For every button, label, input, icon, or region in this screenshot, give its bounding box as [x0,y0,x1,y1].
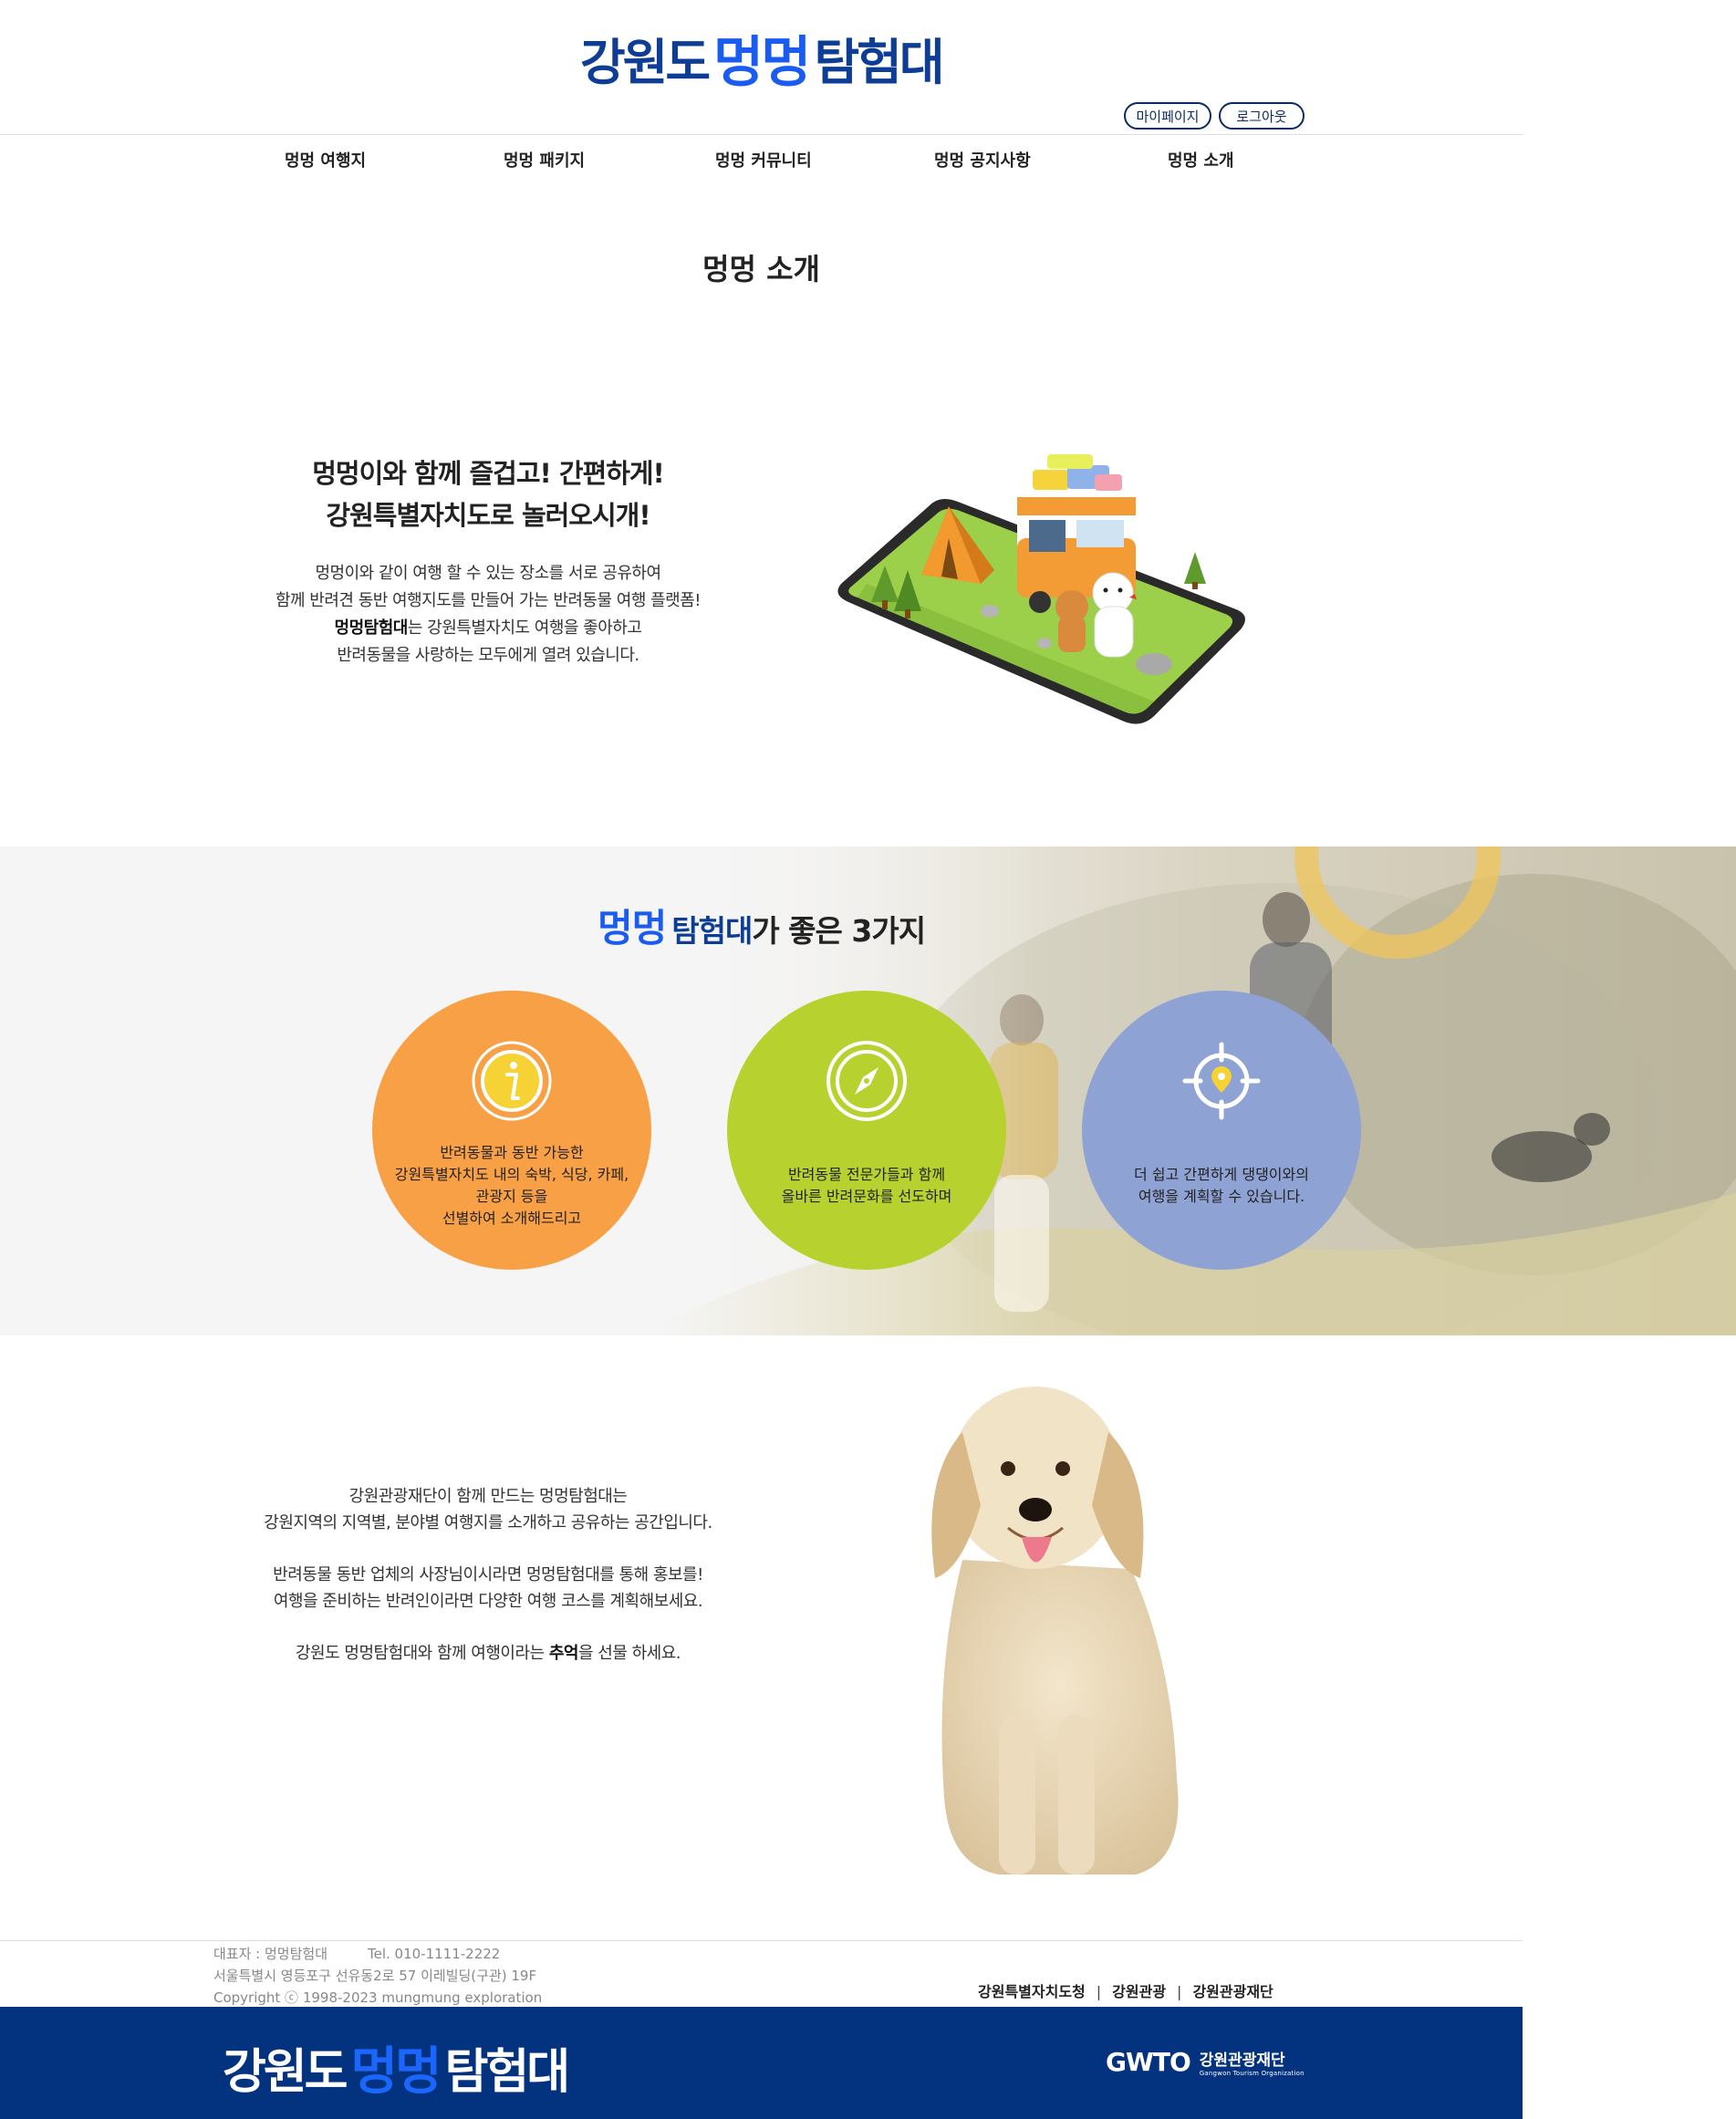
logo-text-tamheomdae: 탐험대 [814,33,944,91]
about-p2-line1: 반려동물 동반 업체의 사장님이시라면 멍멍탐험대를 통해 홍보를! [273,1565,703,1584]
footer-divider [0,1940,1523,1941]
gwto-mark: GWTO [1106,2047,1191,2077]
reason-compass-line2: 올바른 반려문화를 선도하며 [781,1188,952,1205]
three-reasons-title: 멍멍 탐험대가 좋은 3가지 [0,898,1523,953]
info-icon [472,1041,552,1121]
site-logo[interactable]: 강원도 멍멍 탐험대 [580,26,945,95]
intro-body: 멍멍이와 같이 여행 할 수 있는 장소를 서로 공유하여 함께 반려견 동반 … [228,560,748,670]
intro-body-line2: 함께 반려견 동반 여행지도를 만들어 가는 반려동물 여행 플랫폼! [275,591,702,610]
nav-item-packages[interactable]: 멍멍 패키지 [504,148,585,171]
three-reasons-section: 멍멍 탐험대가 좋은 3가지 반려동물과 동반 가능한 강원특별자치도 내의 숙박… [0,847,1736,1335]
reason-location-text: 더 쉽고 간편하게 댕댕이와의 여행을 계획할 수 있습니다. [1100,1164,1343,1208]
about-p3-bold: 추억 [548,1644,579,1663]
footer-info: 대표자 : 멍멍탐험대 Tel. 010-1111-2222 서울특별시 영등포구… [213,1943,542,2009]
page-title: 멍멍 소개 [702,252,820,286]
intro-body-line3-rest: 는 강원특별자치도 여행을 좋아하고 [407,618,642,638]
about-p1-line2: 강원지역의 지역별, 분야별 여행지를 소개하고 공유하는 공간입니다. [264,1513,712,1532]
intro-heading: 멍멍이와 함께 즐겁고! 간편하게! 강원특별자치도로 놀러오시개! [228,452,748,536]
footer-logo-gangwon: 강원도 [223,2045,348,2100]
reason-compass-line1: 반려동물 전문가들과 함께 [787,1166,946,1183]
reason-location-line1: 더 쉽고 간편하게 댕댕이와의 [1134,1166,1309,1183]
footer-link-separator: | [1096,1983,1102,2000]
reason-info-line4: 선별하여 소개해드리고 [442,1210,582,1227]
reason-location-line2: 여행을 계획할 수 있습니다. [1138,1188,1305,1205]
footer-link-gangwon-province[interactable]: 강원특별자치도청 [978,1983,1086,2000]
logo-text-mungmung: 멍멍 [713,30,811,95]
location-target-icon [1182,1042,1261,1120]
intro-body-line4: 반려동물을 사랑하는 모두에게 열려 있습니다. [337,646,639,665]
about-text: 강원관광재단이 함께 만드는 멍멍탐험대는 강원지역의 지역별, 분야별 여행지… [228,1483,748,1692]
phone-camping-illustration [837,454,1245,724]
title-mungmung: 멍멍 [597,906,667,950]
gwto-logo[interactable]: GWTO 강원관광재단 Gangwon Tourism Organization [1106,2047,1305,2077]
nav-item-community[interactable]: 멍멍 커뮤니티 [715,148,812,171]
gwto-org-name: 강원관광재단 Gangwon Tourism Organization [1200,2047,1305,2077]
about-paragraph2: 반려동물 동반 업체의 사장님이시라면 멍멍탐험대를 통해 홍보를! 여행을 준… [228,1562,748,1615]
golden-retriever-photo [931,1387,1179,1875]
logout-button[interactable]: 로그아웃 [1219,102,1305,130]
main-nav: 멍멍 여행지 멍멍 패키지 멍멍 커뮤니티 멍멍 공지사항 멍멍 소개 [0,135,1523,188]
reason-info-line2: 강원특별자치도 내의 숙박, 식당, 카페, [394,1166,629,1183]
reason-info-line1: 반려동물과 동반 가능한 [440,1144,584,1161]
nav-item-destinations[interactable]: 멍멍 여행지 [285,148,366,171]
footer-representative: 대표자 : 멍멍탐험대 [213,1946,327,1962]
reason-card-info: 반려동물과 동반 가능한 강원특별자치도 내의 숙박, 식당, 카페, 관광지 … [372,991,651,1270]
footer-address: 서울특별시 영등포구 선유동2로 57 이레빌딩(구관) 19F [213,1968,537,1984]
about-p1-line1: 강원관광재단이 함께 만드는 멍멍탐험대는 [348,1487,628,1506]
about-p3-pre: 강원도 멍멍탐험대와 함께 여행이라는 [295,1644,549,1663]
reason-compass-text: 반려동물 전문가들과 함께 올바른 반려문화를 선도하며 [745,1164,988,1208]
footer-links: 강원특별자치도청 | 강원관광 | 강원관광재단 [978,1979,1273,2001]
footer-copyright: Copyright ⓒ 1998-2023 mungmung explorati… [213,1989,543,2006]
about-p2-line2: 여행을 준비하는 반려인이라면 다양한 여행 코스를 계획해보세요. [273,1592,703,1611]
footer-link-separator: | [1177,1983,1182,2000]
compass-icon [826,1041,907,1121]
reason-info-text: 반려동물과 동반 가능한 강원특별자치도 내의 숙박, 식당, 카페, 관광지 … [390,1142,633,1230]
footer-bar: 강원도 멍멍 탐험대 GWTO 강원관광재단 Gangwon Tourism O… [0,2007,1523,2119]
gwto-korean-name: 강원관광재단 [1199,2051,1285,2070]
site-header: 강원도 멍멍 탐험대 마이페이지 로그아웃 [0,0,1523,135]
footer-logo-tamheomdae: 탐험대 [444,2045,571,2100]
footer-logo-mungmung: 멍멍 [350,2042,442,2102]
footer-link-gangwon-tourism[interactable]: 강원관광 [1112,1983,1166,2000]
about-paragraph3: 강원도 멍멍탐험대와 함께 여행이라는 추억을 선물 하세요. [228,1640,748,1667]
brand-name-bold: 멍멍탐험대 [334,618,409,638]
nav-item-notice[interactable]: 멍멍 공지사항 [934,148,1031,171]
footer-info-row1: 대표자 : 멍멍탐험대 Tel. 010-1111-2222 [213,1943,542,1965]
title-rest: 가 좋은 3가지 [752,913,926,949]
about-paragraph1: 강원관광재단이 함께 만드는 멍멍탐험대는 강원지역의 지역별, 분야별 여행지… [228,1483,748,1536]
footer-link-gwto[interactable]: 강원관광재단 [1192,1983,1273,2000]
reason-card-compass: 반려동물 전문가들과 함께 올바른 반려문화를 선도하며 [727,991,1006,1270]
footer-tel: Tel. 010-1111-2222 [368,1946,501,1962]
logo-text-gangwon: 강원도 [580,33,711,91]
footer-logo[interactable]: 강원도 멍멍 탐험대 [223,2031,571,2104]
intro-body-line3: 멍멍탐험대는 강원특별자치도 여행을 좋아하고 [228,615,748,642]
intro-heading-line2: 강원특별자치도로 놀러오시개! [326,500,650,531]
reason-card-location: 더 쉽고 간편하게 댕댕이와의 여행을 계획할 수 있습니다. [1082,991,1361,1270]
about-p3-post: 을 선물 하세요. [577,1644,681,1663]
reason-info-line3: 관광지 등을 [475,1188,548,1205]
nav-item-about[interactable]: 멍멍 소개 [1168,148,1234,171]
intro-body-line1: 멍멍이와 같이 여행 할 수 있는 장소를 서로 공유하여 [315,564,661,583]
intro-heading-line1: 멍멍이와 함께 즐겁고! 간편하게! [312,458,665,489]
gwto-english-name: Gangwon Tourism Organization [1199,2070,1305,2077]
mypage-button[interactable]: 마이페이지 [1124,102,1211,130]
title-tamheomdae: 탐험대 [671,913,753,949]
